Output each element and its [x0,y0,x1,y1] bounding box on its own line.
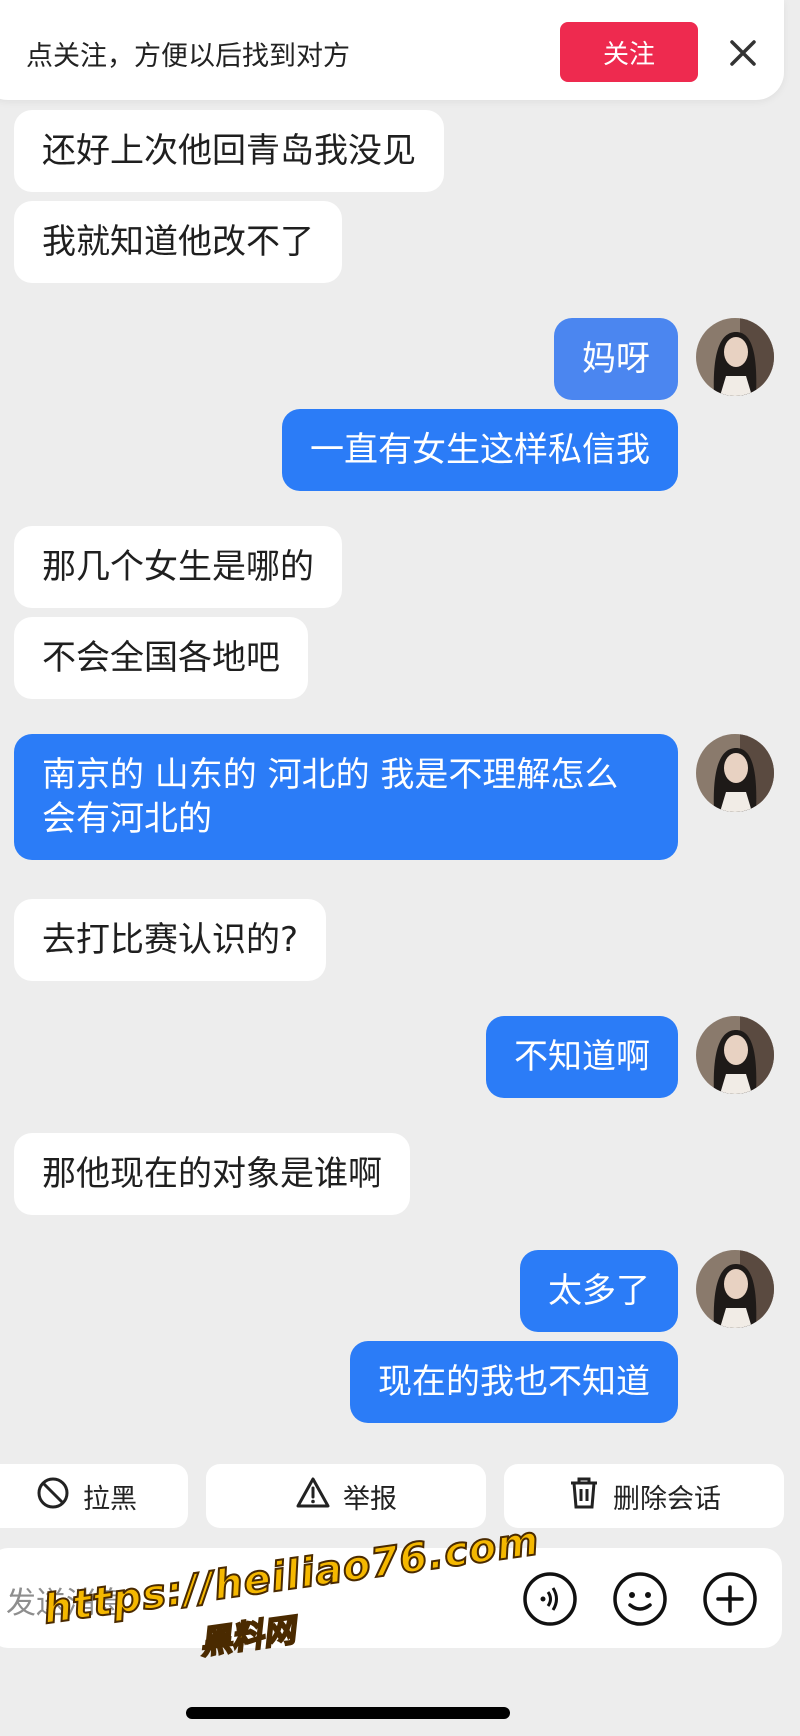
incoming-message: 还好上次他回青岛我没见 [14,110,444,192]
voice-icon[interactable] [522,1571,578,1627]
incoming-message: 那几个女生是哪的 [14,526,342,608]
trash-icon [567,1475,601,1518]
outgoing-message: 现在的我也不知道 [350,1341,678,1423]
follow-button[interactable]: 关注 [560,22,698,82]
emoji-icon[interactable] [612,1571,668,1627]
close-icon[interactable] [718,28,768,78]
plus-icon[interactable] [702,1571,758,1627]
outgoing-message: 南京的 山东的 河北的 我是不理解怎么会有河北的 [14,734,678,860]
outgoing-message: 一直有女生这样私信我 [282,409,678,491]
avatar[interactable] [696,734,774,812]
avatar[interactable] [696,1016,774,1094]
outgoing-message: 不知道啊 [486,1016,678,1098]
block-label: 拉黑 [83,1483,137,1515]
delete-label: 删除会话 [613,1483,721,1515]
incoming-message: 我就知道他改不了 [14,201,342,283]
incoming-message: 不会全国各地吧 [14,617,308,699]
warning-icon [295,1475,331,1518]
home-indicator [186,1707,510,1719]
incoming-message: 去打比赛认识的? [14,899,327,981]
watermark-name: 黑料网 [196,1610,298,1663]
outgoing-message: 太多了 [520,1250,678,1332]
block-button[interactable]: 拉黑 [0,1464,188,1528]
avatar[interactable] [696,318,774,396]
delete-conversation-button[interactable]: 删除会话 [504,1464,784,1528]
block-icon [35,1475,71,1518]
incoming-message: 那他现在的对象是谁啊 [14,1133,410,1215]
outgoing-message: 妈呀 [554,318,678,400]
avatar[interactable] [696,1250,774,1328]
follow-prompt-text: 点关注，方便以后找到对方 [26,41,350,72]
